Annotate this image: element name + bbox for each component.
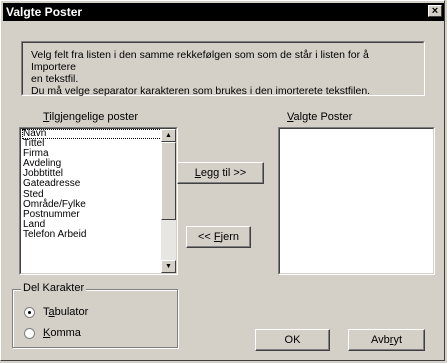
tabulator-radio-label[interactable]: Tabulator [43, 306, 88, 318]
ok-button[interactable]: OK [255, 329, 330, 351]
scroll-thumb[interactable] [161, 142, 176, 220]
separator-group-label: Del Karakter [21, 282, 87, 294]
available-fields-listbox[interactable]: Navn Tittel Firma Avdeling Jobbtittel Gateadr… [19, 127, 178, 275]
available-fields-scrollbar[interactable]: ▲ ▼ [161, 129, 176, 273]
remove-button[interactable]: << Fjern [186, 226, 251, 248]
comma-radio-label[interactable]: Komma [43, 327, 81, 339]
instruction-line-2: en tekstfil. [31, 73, 79, 85]
instruction-box: Velg felt fra listen i den samme rekkefø… [21, 41, 425, 97]
dialog-window: Valgte Poster × Velg felt fra listen i d… [0, 0, 445, 361]
instruction-line-1: Velg felt fra listen i den samme rekkefø… [31, 49, 369, 73]
window-title: Valgte Poster [6, 5, 83, 19]
selected-fields-label: Valgte Poster [287, 111, 353, 123]
available-field-item[interactable]: Gateadresse [22, 179, 172, 189]
instruction-line-3: Du må velge separator karakteren som bru… [31, 85, 371, 97]
selected-fields-listbox[interactable] [278, 127, 435, 275]
scroll-up-icon[interactable]: ▲ [161, 129, 176, 142]
title-bar[interactable]: Valgte Poster × [3, 3, 444, 21]
cancel-button[interactable]: Avbryt [348, 329, 425, 351]
radio-selected-icon [28, 311, 31, 314]
separator-group: Del Karakter Tabulator Komma [12, 282, 178, 348]
available-fields-label: Tilgjengelige poster [43, 111, 138, 123]
comma-radio[interactable] [24, 328, 35, 339]
tabulator-radio[interactable] [24, 307, 35, 318]
available-field-item[interactable]: Telefon Arbeid [22, 229, 172, 240]
scroll-down-icon[interactable]: ▼ [161, 260, 176, 273]
close-button[interactable]: × [428, 5, 442, 17]
add-button[interactable]: Legg til >> [177, 162, 264, 184]
